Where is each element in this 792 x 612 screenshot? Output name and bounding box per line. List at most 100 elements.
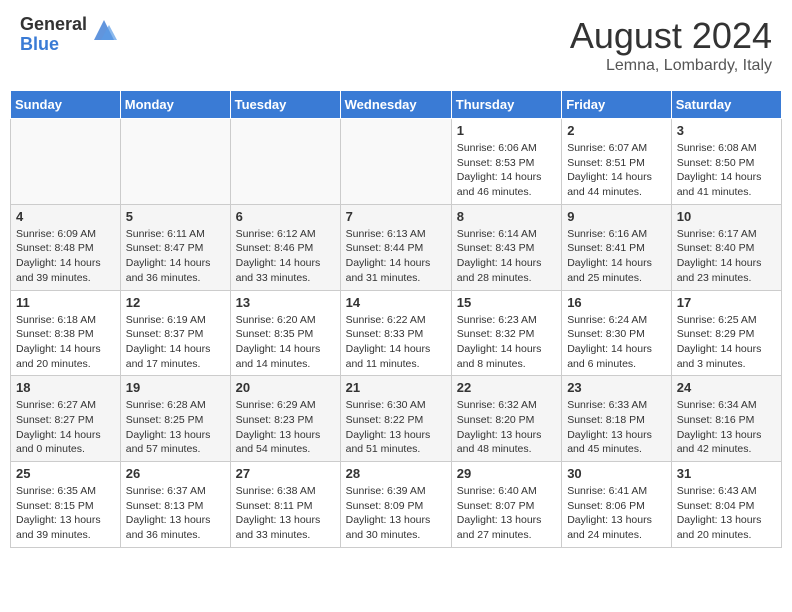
- day-info: Sunrise: 6:33 AM Sunset: 8:18 PM Dayligh…: [567, 398, 666, 457]
- calendar-cell: 10Sunrise: 6:17 AM Sunset: 8:40 PM Dayli…: [671, 204, 781, 290]
- day-number: 29: [457, 466, 556, 481]
- calendar-week-row: 25 Sunrise: 6:35 AM Sunset: 8:15 PM Dayli…: [11, 462, 782, 548]
- calendar-cell: 1 Sunrise: 6:06 AM Sunset: 8:53 PM Daylig…: [451, 119, 561, 205]
- day-number: 23: [567, 380, 666, 395]
- day-info: Sunrise: 6:32 AM Sunset: 8:20 PM Dayligh…: [457, 398, 556, 457]
- day-info: Sunrise: 6:18 AM Sunset: 8:38 PM Dayligh…: [16, 313, 115, 372]
- day-info: Sunrise: 6:23 AM Sunset: 8:32 PM Dayligh…: [457, 313, 556, 372]
- calendar-week-row: 11 Sunrise: 6:18 AM Sunset: 8:38 PM Dayli…: [11, 290, 782, 376]
- day-number: 6: [236, 209, 335, 224]
- day-number: 12: [126, 295, 225, 310]
- day-number: 10: [677, 209, 776, 224]
- logo-blue-text: Blue: [20, 35, 87, 55]
- calendar-week-row: 1 Sunrise: 6:06 AM Sunset: 8:53 PM Daylig…: [11, 119, 782, 205]
- calendar-cell: 15 Sunrise: 6:23 AM Sunset: 8:32 PM Dayli…: [451, 290, 561, 376]
- calendar-cell: 3 Sunrise: 6:08 AM Sunset: 8:50 PM Daylig…: [671, 119, 781, 205]
- day-number: 8: [457, 209, 556, 224]
- calendar-cell: 14 Sunrise: 6:22 AM Sunset: 8:33 PM Dayli…: [340, 290, 451, 376]
- calendar-cell: 27 Sunrise: 6:38 AM Sunset: 8:11 PM Dayli…: [230, 462, 340, 548]
- day-number: 5: [126, 209, 225, 224]
- weekday-header-tuesday: Tuesday: [230, 91, 340, 119]
- day-info: Sunrise: 6:14 AM Sunset: 8:43 PM Dayligh…: [457, 227, 556, 286]
- day-number: 28: [346, 466, 446, 481]
- logo: General Blue: [20, 15, 119, 55]
- day-info: Sunrise: 6:08 AM Sunset: 8:50 PM Dayligh…: [677, 141, 776, 200]
- month-year-title: August 2024: [570, 15, 772, 57]
- day-info: Sunrise: 6:28 AM Sunset: 8:25 PM Dayligh…: [126, 398, 225, 457]
- weekday-header-monday: Monday: [120, 91, 230, 119]
- calendar-cell: 8 Sunrise: 6:14 AM Sunset: 8:43 PM Daylig…: [451, 204, 561, 290]
- calendar-cell: 2Sunrise: 6:07 AM Sunset: 8:51 PM Daylig…: [562, 119, 672, 205]
- page-header: General Blue August 2024 Lemna, Lombardy…: [10, 10, 782, 80]
- calendar-cell: [340, 119, 451, 205]
- day-number: 1: [457, 123, 556, 138]
- logo-icon: [89, 15, 119, 45]
- day-info: Sunrise: 6:38 AM Sunset: 8:11 PM Dayligh…: [236, 484, 335, 543]
- day-number: 18: [16, 380, 115, 395]
- calendar-cell: 11 Sunrise: 6:18 AM Sunset: 8:38 PM Dayli…: [11, 290, 121, 376]
- day-number: 3: [677, 123, 776, 138]
- calendar-cell: 30Sunrise: 6:41 AM Sunset: 8:06 PM Dayli…: [562, 462, 672, 548]
- weekday-header-friday: Friday: [562, 91, 672, 119]
- day-number: 19: [126, 380, 225, 395]
- calendar-cell: 31Sunrise: 6:43 AM Sunset: 8:04 PM Dayli…: [671, 462, 781, 548]
- day-number: 2: [567, 123, 666, 138]
- title-block: August 2024 Lemna, Lombardy, Italy: [570, 15, 772, 75]
- calendar-cell: 23 Sunrise: 6:33 AM Sunset: 8:18 PM Dayli…: [562, 376, 672, 462]
- day-info: Sunrise: 6:27 AM Sunset: 8:27 PM Dayligh…: [16, 398, 115, 457]
- calendar-header-row: SundayMondayTuesdayWednesdayThursdayFrid…: [11, 91, 782, 119]
- day-number: 27: [236, 466, 335, 481]
- day-number: 15: [457, 295, 556, 310]
- day-info: Sunrise: 6:37 AM Sunset: 8:13 PM Dayligh…: [126, 484, 225, 543]
- day-number: 17: [677, 295, 776, 310]
- day-info: Sunrise: 6:40 AM Sunset: 8:07 PM Dayligh…: [457, 484, 556, 543]
- calendar-cell: 12 Sunrise: 6:19 AM Sunset: 8:37 PM Dayli…: [120, 290, 230, 376]
- calendar-cell: 25 Sunrise: 6:35 AM Sunset: 8:15 PM Dayli…: [11, 462, 121, 548]
- calendar-cell: 16Sunrise: 6:24 AM Sunset: 8:30 PM Dayli…: [562, 290, 672, 376]
- day-info: Sunrise: 6:11 AM Sunset: 8:47 PM Dayligh…: [126, 227, 225, 286]
- calendar-cell: 29 Sunrise: 6:40 AM Sunset: 8:07 PM Dayli…: [451, 462, 561, 548]
- weekday-header-sunday: Sunday: [11, 91, 121, 119]
- weekday-header-thursday: Thursday: [451, 91, 561, 119]
- day-info: Sunrise: 6:30 AM Sunset: 8:22 PM Dayligh…: [346, 398, 446, 457]
- calendar-cell: [120, 119, 230, 205]
- day-number: 24: [677, 380, 776, 395]
- calendar-cell: 20 Sunrise: 6:29 AM Sunset: 8:23 PM Dayli…: [230, 376, 340, 462]
- calendar-table: SundayMondayTuesdayWednesdayThursdayFrid…: [10, 90, 782, 548]
- day-number: 25: [16, 466, 115, 481]
- day-number: 7: [346, 209, 446, 224]
- day-info: Sunrise: 6:12 AM Sunset: 8:46 PM Dayligh…: [236, 227, 335, 286]
- calendar-week-row: 18 Sunrise: 6:27 AM Sunset: 8:27 PM Dayli…: [11, 376, 782, 462]
- day-info: Sunrise: 6:09 AM Sunset: 8:48 PM Dayligh…: [16, 227, 115, 286]
- day-info: Sunrise: 6:29 AM Sunset: 8:23 PM Dayligh…: [236, 398, 335, 457]
- day-info: Sunrise: 6:25 AM Sunset: 8:29 PM Dayligh…: [677, 313, 776, 372]
- weekday-header-saturday: Saturday: [671, 91, 781, 119]
- day-info: Sunrise: 6:35 AM Sunset: 8:15 PM Dayligh…: [16, 484, 115, 543]
- calendar-cell: 7 Sunrise: 6:13 AM Sunset: 8:44 PM Daylig…: [340, 204, 451, 290]
- calendar-cell: 19 Sunrise: 6:28 AM Sunset: 8:25 PM Dayli…: [120, 376, 230, 462]
- day-info: Sunrise: 6:41 AM Sunset: 8:06 PM Dayligh…: [567, 484, 666, 543]
- day-info: Sunrise: 6:06 AM Sunset: 8:53 PM Dayligh…: [457, 141, 556, 200]
- location-subtitle: Lemna, Lombardy, Italy: [570, 57, 772, 75]
- day-info: Sunrise: 6:24 AM Sunset: 8:30 PM Dayligh…: [567, 313, 666, 372]
- calendar-cell: 24 Sunrise: 6:34 AM Sunset: 8:16 PM Dayli…: [671, 376, 781, 462]
- day-info: Sunrise: 6:34 AM Sunset: 8:16 PM Dayligh…: [677, 398, 776, 457]
- day-info: Sunrise: 6:19 AM Sunset: 8:37 PM Dayligh…: [126, 313, 225, 372]
- day-number: 11: [16, 295, 115, 310]
- day-number: 20: [236, 380, 335, 395]
- calendar-cell: [11, 119, 121, 205]
- weekday-header-wednesday: Wednesday: [340, 91, 451, 119]
- day-info: Sunrise: 6:22 AM Sunset: 8:33 PM Dayligh…: [346, 313, 446, 372]
- day-number: 31: [677, 466, 776, 481]
- calendar-cell: 9Sunrise: 6:16 AM Sunset: 8:41 PM Daylig…: [562, 204, 672, 290]
- calendar-week-row: 4Sunrise: 6:09 AM Sunset: 8:48 PM Daylig…: [11, 204, 782, 290]
- day-info: Sunrise: 6:16 AM Sunset: 8:41 PM Dayligh…: [567, 227, 666, 286]
- calendar-cell: [230, 119, 340, 205]
- calendar-cell: 17 Sunrise: 6:25 AM Sunset: 8:29 PM Dayli…: [671, 290, 781, 376]
- day-number: 14: [346, 295, 446, 310]
- calendar-cell: 13Sunrise: 6:20 AM Sunset: 8:35 PM Dayli…: [230, 290, 340, 376]
- day-info: Sunrise: 6:13 AM Sunset: 8:44 PM Dayligh…: [346, 227, 446, 286]
- day-number: 22: [457, 380, 556, 395]
- logo-general-text: General: [20, 15, 87, 35]
- calendar-cell: 28Sunrise: 6:39 AM Sunset: 8:09 PM Dayli…: [340, 462, 451, 548]
